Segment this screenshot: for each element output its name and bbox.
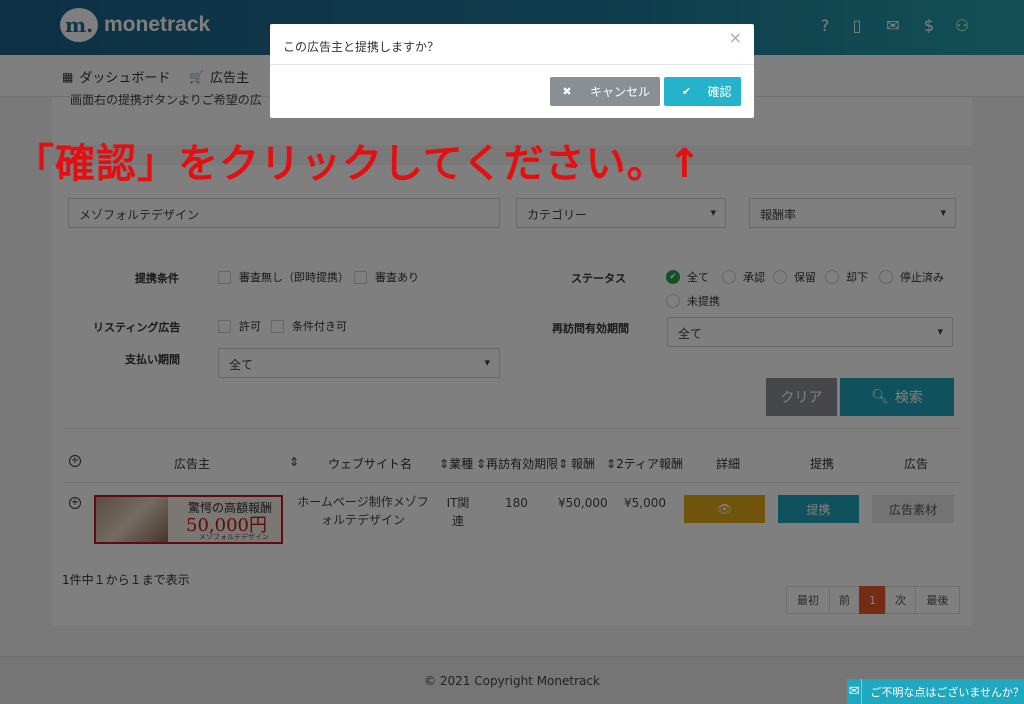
confirm-button[interactable]: ✔ 確認 bbox=[664, 77, 741, 106]
cancel-button[interactable]: ✖ キャンセル bbox=[550, 77, 660, 106]
confirm-dialog: この広告主と提携しますか？ × ✖ キャンセル ✔ 確認 bbox=[270, 24, 754, 118]
dialog-title: この広告主と提携しますか？ bbox=[283, 40, 440, 54]
instruction-annotation: 「確認」をクリックしてください。↑ bbox=[14, 141, 703, 187]
page: m. monetrack ? ▯ ✉ $ ⚇ ▦ ダッシュボード 🛒 広告主 画… bbox=[0, 0, 1024, 704]
chat-text: ご不明な点はございませんか？ bbox=[870, 685, 1024, 699]
mail-icon: ✉ bbox=[847, 679, 863, 704]
check-icon: ✔ bbox=[681, 85, 692, 98]
divider bbox=[270, 64, 754, 65]
close-icon[interactable]: × bbox=[729, 28, 742, 47]
chat-widget[interactable]: ✉ ご不明な点はございませんか？ bbox=[847, 679, 1024, 704]
x-icon: ✖ bbox=[562, 85, 572, 98]
